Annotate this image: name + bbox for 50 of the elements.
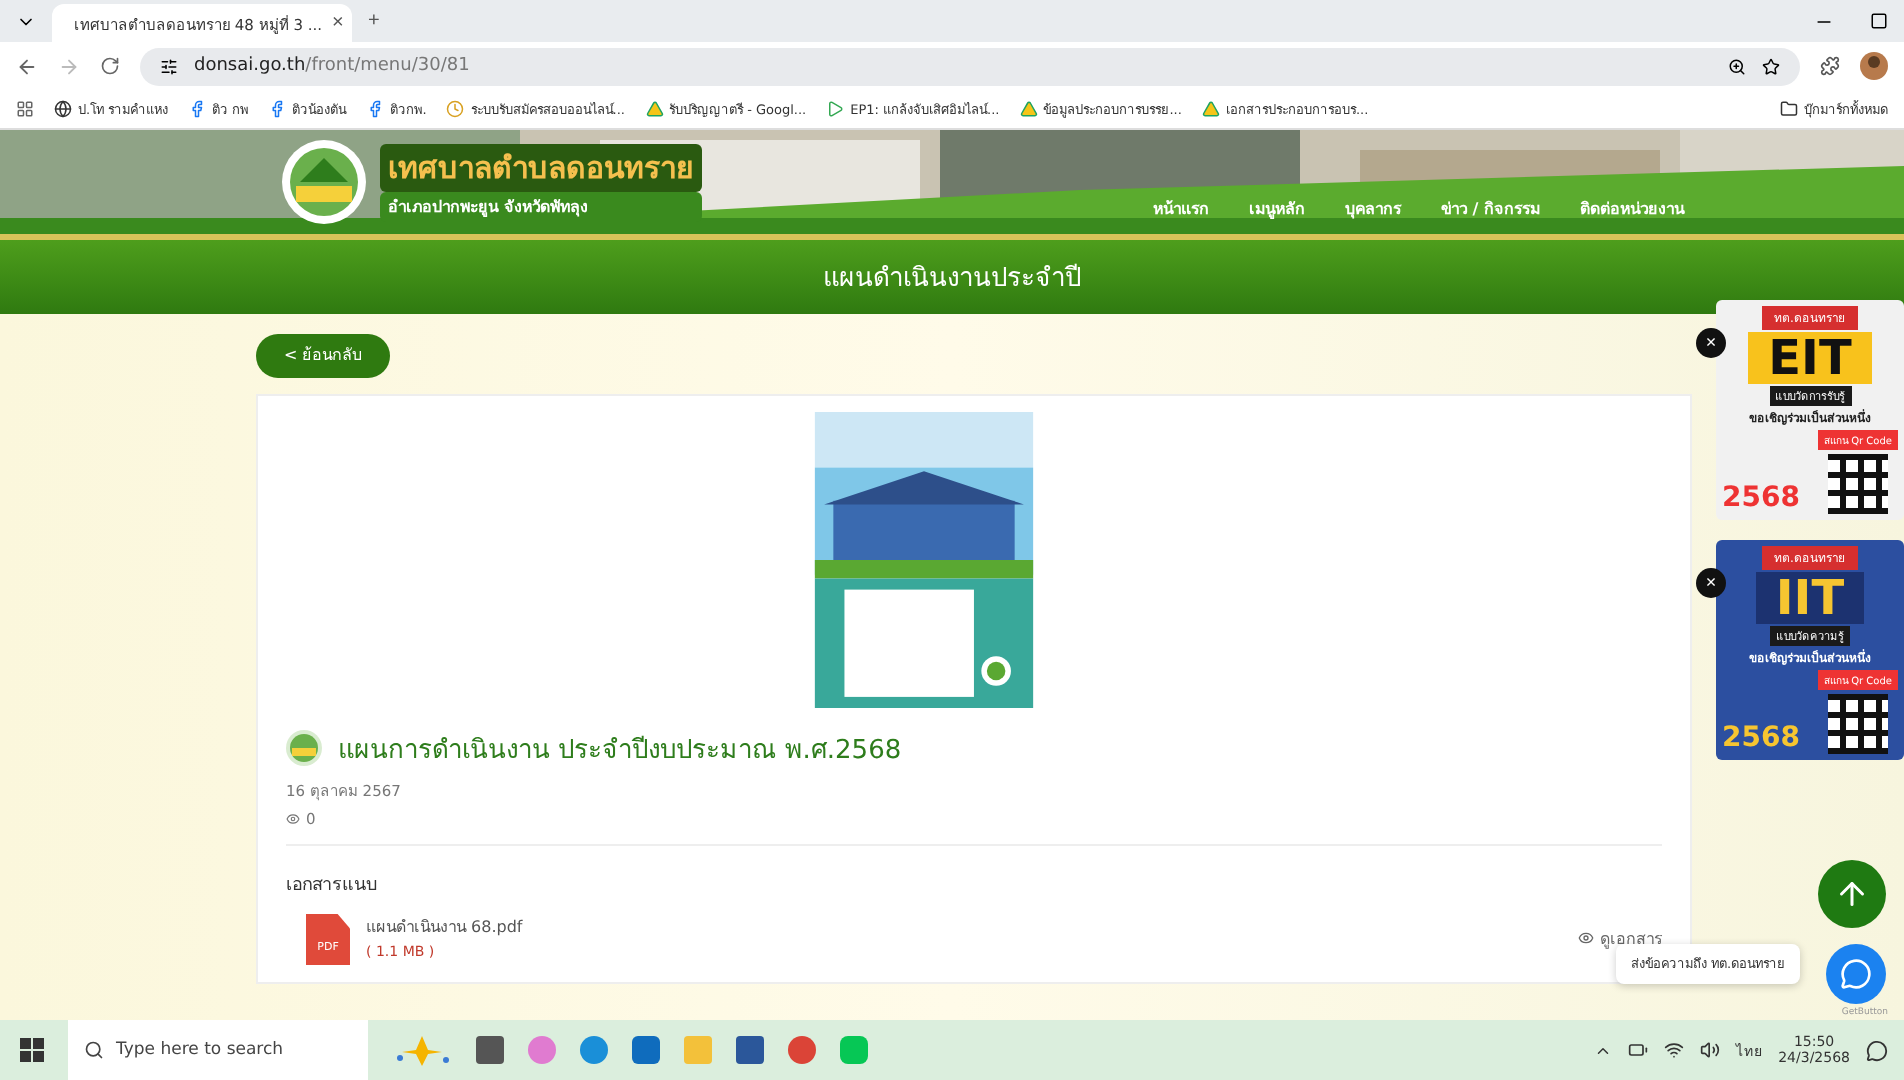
wifi-icon[interactable] — [1664, 1040, 1685, 1060]
ad-title: IIT — [1755, 572, 1865, 624]
back-button[interactable]: < ย้อนกลับ — [256, 333, 391, 377]
folder-icon — [1780, 100, 1798, 118]
bookmark-star-icon[interactable] — [1762, 57, 1780, 75]
qr-code-icon — [1828, 694, 1888, 754]
qr-code-icon — [1828, 454, 1888, 514]
municipality-logo — [286, 730, 322, 766]
site-settings-icon[interactable] — [160, 57, 178, 75]
facebook-icon — [268, 100, 287, 118]
ad-year: 2568 — [1722, 722, 1800, 754]
volume-icon[interactable] — [1700, 1040, 1721, 1060]
facebook-icon — [366, 100, 385, 118]
triangle-icon — [1201, 100, 1220, 118]
search-placeholder: Type here to search — [116, 1040, 284, 1060]
back-icon[interactable] — [16, 55, 38, 77]
clock-icon — [446, 100, 465, 118]
triangle-icon — [1019, 100, 1038, 118]
site-subtitle: อำเภอปากพะยูน จังหวัดพัทลุง — [380, 191, 702, 221]
notifications-icon[interactable] — [1866, 1039, 1888, 1061]
municipality-logo — [280, 138, 368, 226]
extensions-icon[interactable] — [1820, 56, 1840, 76]
ad-title: EIT — [1748, 332, 1872, 384]
new-tab-button[interactable]: + — [368, 10, 380, 32]
chat-icon — [1840, 958, 1872, 990]
attachments-heading: เอกสารแนบ — [286, 873, 380, 897]
profile-avatar-icon[interactable] — [1860, 52, 1888, 80]
search-icon — [84, 1040, 104, 1060]
address-bar[interactable]: donsai.go.th/front/menu/30/81 — [140, 47, 1800, 85]
play-icon — [826, 100, 845, 118]
url-text: donsai.go.th/front/menu/30/81 — [194, 56, 470, 76]
close-tab-button[interactable]: × — [332, 12, 344, 34]
post-title: แผนการดำเนินงาน ประจำปีงบประมาณ พ.ศ.2568 — [338, 733, 902, 769]
triangle-icon — [645, 100, 663, 118]
eye-icon — [1578, 930, 1594, 946]
apps-icon[interactable] — [16, 100, 34, 118]
reload-icon[interactable] — [100, 56, 120, 76]
views-icon — [286, 811, 300, 825]
sparkle-icon[interactable] — [392, 1034, 452, 1066]
site-name: เทศบาลตำบลดอนทราย — [380, 143, 702, 191]
ad-year: 2568 — [1722, 482, 1800, 514]
globe-icon — [54, 100, 72, 118]
battery-icon[interactable] — [1628, 1040, 1649, 1060]
zoom-icon[interactable] — [1728, 57, 1746, 75]
file-name: แผนดำเนินงาน 68.pdf — [366, 915, 523, 939]
windows-start-icon[interactable] — [20, 1038, 44, 1062]
maximize-icon[interactable] — [1870, 11, 1888, 29]
page-title: แผนดำเนินงานประจำปี — [823, 261, 1081, 298]
facebook-icon — [188, 100, 207, 118]
taskbar-search-field[interactable]: Type here to search — [68, 1020, 368, 1080]
